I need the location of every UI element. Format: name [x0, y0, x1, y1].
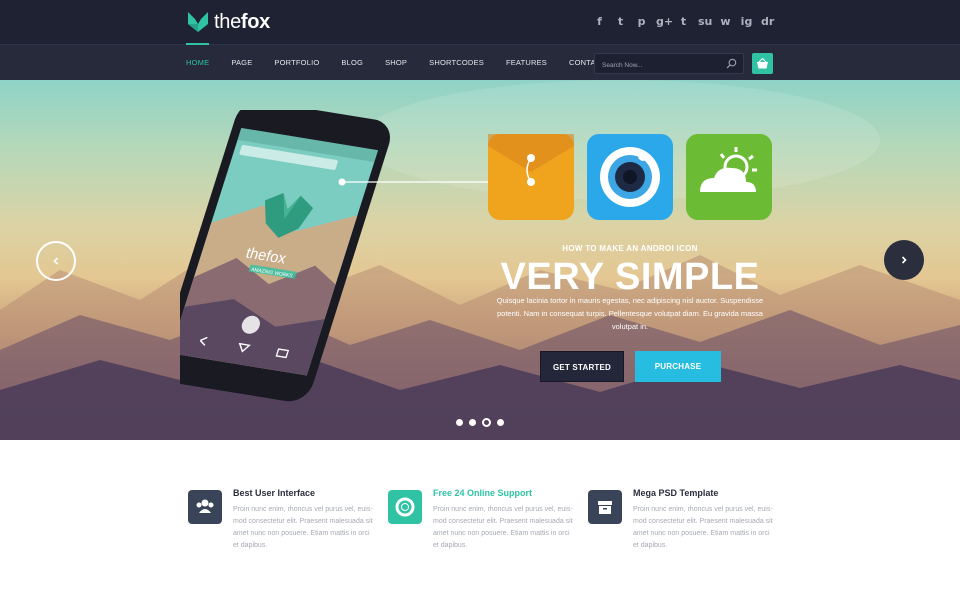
search-input[interactable]: [595, 56, 719, 75]
slider-dot-active[interactable]: [482, 418, 491, 427]
camera-app-icon: [587, 134, 673, 220]
social-links: f t p g+ t su w ig dr: [593, 14, 774, 30]
nav-portfolio[interactable]: PORTFOLIO: [274, 45, 319, 81]
tumblr-icon[interactable]: t: [677, 14, 690, 30]
nav-menu: HOME PAGE PORTFOLIO BLOG SHOP SHORTCODES…: [186, 43, 606, 81]
hero-subtitle: HOW TO MAKE AN ANDROI ICON: [562, 244, 698, 253]
feature-title: Best User Interface: [233, 488, 316, 498]
instagram-icon[interactable]: ig: [740, 14, 753, 30]
facebook-icon[interactable]: f: [593, 14, 606, 30]
users-icon: [188, 490, 222, 524]
twitter-icon[interactable]: t: [614, 14, 627, 30]
logo[interactable]: thefox: [186, 10, 270, 34]
feature-text: Proin nunc enim, rhoncus vel purus vel, …: [233, 506, 373, 549]
get-started-button[interactable]: GET STARTED: [540, 351, 624, 382]
chevron-left-icon: [53, 257, 59, 265]
nav-shop[interactable]: SHOP: [385, 45, 407, 81]
feature-text: Proin nunc enim, rhoncus vel purus vel, …: [433, 506, 573, 549]
slider-pagination: [456, 418, 504, 427]
pointer-line: [338, 178, 494, 186]
feature-title: Free 24 Online Support: [433, 488, 533, 498]
envelope-app-icon: [488, 134, 574, 220]
nav-blog[interactable]: BLOG: [341, 45, 363, 81]
slider-dot[interactable]: [497, 419, 504, 426]
nav-features[interactable]: FEATURES: [506, 45, 547, 81]
purchase-button[interactable]: PURCHASE: [635, 351, 721, 382]
nav-home[interactable]: HOME: [186, 43, 210, 81]
slider-prev-button[interactable]: [36, 241, 76, 281]
search-icon[interactable]: [726, 58, 737, 69]
phone-mockup: thefox AMAZING WORKS: [180, 110, 390, 402]
top-header: thefox f t p g+ t su w ig dr: [0, 0, 960, 44]
fox-logo-icon: [188, 12, 208, 32]
nav-page[interactable]: PAGE: [231, 45, 252, 81]
basket-icon: [757, 58, 768, 69]
chevron-right-icon: [901, 256, 907, 264]
main-navigation: HOME PAGE PORTFOLIO BLOG SHOP SHORTCODES…: [0, 43, 960, 81]
cart-button[interactable]: [752, 53, 773, 74]
dribbble-icon[interactable]: dr: [761, 14, 774, 30]
feature-text: Proin nunc enim, rhoncus vel purus vel, …: [633, 506, 773, 549]
features-section: Best User Interface Proin nunc enim, rho…: [0, 440, 960, 600]
stumbleupon-icon[interactable]: su: [698, 14, 712, 30]
wordpress-icon[interactable]: w: [719, 14, 732, 30]
slider-dot[interactable]: [456, 419, 463, 426]
nav-shortcodes[interactable]: SHORTCODES: [429, 45, 484, 81]
search-box: [594, 53, 744, 75]
feature-title: Mega PSD Template: [633, 488, 719, 498]
brand-prefix: the: [214, 10, 241, 33]
weather-app-icon: [686, 134, 772, 220]
hero-slider: thefox AMAZING WORKS HOW TO MAKE AN ANDR…: [0, 80, 960, 440]
slider-dot[interactable]: [469, 419, 476, 426]
hero-description: Quisque lacinia tortor in mauris egestas…: [496, 296, 764, 331]
hero-title: VERY SIMPLE: [500, 256, 760, 298]
pinterest-icon[interactable]: p: [635, 14, 648, 30]
brand-suffix: fox: [240, 10, 271, 33]
box-icon: [588, 490, 622, 524]
google-plus-icon[interactable]: g+: [656, 14, 673, 30]
lifebuoy-icon: [388, 490, 422, 524]
brand-name: thefox: [214, 11, 270, 34]
slider-next-button[interactable]: [884, 240, 924, 280]
